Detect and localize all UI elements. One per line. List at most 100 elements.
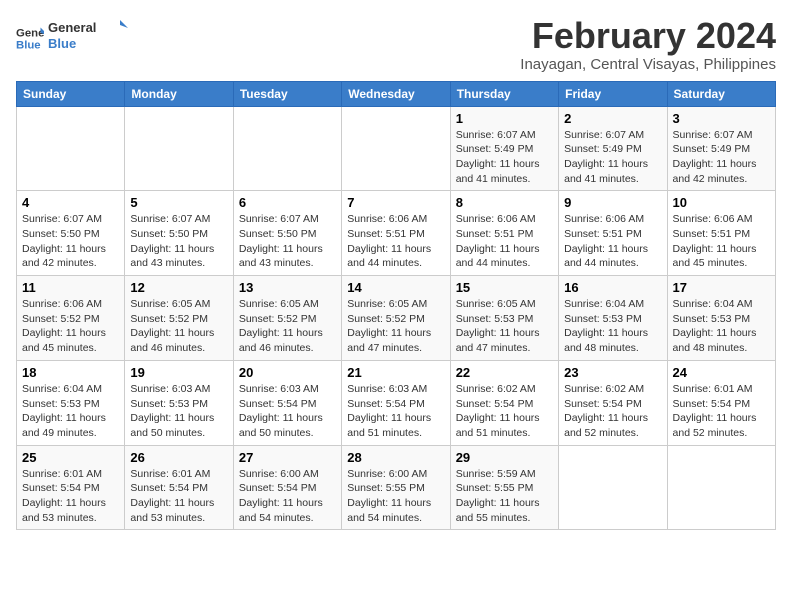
day-number: 29 (456, 450, 553, 465)
day-number: 23 (564, 365, 661, 380)
calendar-week-row: 25Sunrise: 6:01 AMSunset: 5:54 PMDayligh… (17, 445, 776, 530)
day-number: 14 (347, 280, 444, 295)
day-number: 7 (347, 195, 444, 210)
calendar-cell: 27 Sunrise: 6:00 AMSunset: 5:54 PMDayligh… (233, 445, 341, 530)
calendar-cell: 4 Sunrise: 6:07 AMSunset: 5:50 PMDaylight… (17, 191, 125, 276)
day-number: 4 (22, 195, 119, 210)
day-number: 15 (456, 280, 553, 295)
day-number: 18 (22, 365, 119, 380)
day-number: 6 (239, 195, 336, 210)
calendar-week-row: 4 Sunrise: 6:07 AMSunset: 5:50 PMDaylight… (17, 191, 776, 276)
day-info: Sunrise: 6:03 AMSunset: 5:53 PMDaylight:… (130, 382, 227, 441)
calendar-table: SundayMondayTuesdayWednesdayThursdayFrid… (16, 81, 776, 531)
day-info: Sunrise: 6:02 AMSunset: 5:54 PMDaylight:… (456, 382, 553, 441)
day-info: Sunrise: 6:07 AMSunset: 5:50 PMDaylight:… (130, 212, 227, 271)
day-number: 3 (673, 111, 770, 126)
calendar-cell (559, 445, 667, 530)
day-info: Sunrise: 6:06 AMSunset: 5:51 PMDaylight:… (673, 212, 770, 271)
day-info: Sunrise: 6:01 AMSunset: 5:54 PMDaylight:… (22, 467, 119, 526)
day-number: 21 (347, 365, 444, 380)
calendar-day-header: Monday (125, 81, 233, 106)
calendar-day-header: Sunday (17, 81, 125, 106)
calendar-cell: 25Sunrise: 6:01 AMSunset: 5:54 PMDayligh… (17, 445, 125, 530)
page-subtitle: Inayagan, Central Visayas, Philippines (520, 56, 776, 73)
day-info: Sunrise: 6:01 AMSunset: 5:54 PMDaylight:… (673, 382, 770, 441)
calendar-cell: 11 Sunrise: 6:06 AMSunset: 5:52 PMDayligh… (17, 276, 125, 361)
day-number: 10 (673, 195, 770, 210)
day-number: 11 (22, 280, 119, 295)
calendar-cell: 20 Sunrise: 6:03 AMSunset: 5:54 PMDayligh… (233, 360, 341, 445)
day-info: Sunrise: 6:05 AMSunset: 5:52 PMDaylight:… (347, 297, 444, 356)
calendar-day-header: Wednesday (342, 81, 450, 106)
day-info: Sunrise: 6:03 AMSunset: 5:54 PMDaylight:… (347, 382, 444, 441)
day-number: 20 (239, 365, 336, 380)
day-info: Sunrise: 6:06 AMSunset: 5:51 PMDaylight:… (564, 212, 661, 271)
calendar-cell: 6 Sunrise: 6:07 AMSunset: 5:50 PMDaylight… (233, 191, 341, 276)
page-title: February 2024 (520, 16, 776, 56)
day-info: Sunrise: 6:06 AMSunset: 5:51 PMDaylight:… (456, 212, 553, 271)
header: General Blue General Blue February 2024 … (16, 16, 776, 73)
calendar-cell: 28Sunrise: 6:00 AMSunset: 5:55 PMDayligh… (342, 445, 450, 530)
calendar-week-row: 18 Sunrise: 6:04 AMSunset: 5:53 PMDayligh… (17, 360, 776, 445)
calendar-cell (125, 106, 233, 191)
calendar-cell: 7 Sunrise: 6:06 AMSunset: 5:51 PMDaylight… (342, 191, 450, 276)
calendar-cell: 2 Sunrise: 6:07 AMSunset: 5:49 PMDaylight… (559, 106, 667, 191)
calendar-cell: 10 Sunrise: 6:06 AMSunset: 5:51 PMDayligh… (667, 191, 775, 276)
calendar-cell: 5 Sunrise: 6:07 AMSunset: 5:50 PMDaylight… (125, 191, 233, 276)
calendar-cell: 24 Sunrise: 6:01 AMSunset: 5:54 PMDayligh… (667, 360, 775, 445)
calendar-cell: 9 Sunrise: 6:06 AMSunset: 5:51 PMDaylight… (559, 191, 667, 276)
day-number: 1 (456, 111, 553, 126)
day-info: Sunrise: 6:05 AMSunset: 5:52 PMDaylight:… (239, 297, 336, 356)
day-number: 5 (130, 195, 227, 210)
day-number: 24 (673, 365, 770, 380)
calendar-cell (233, 106, 341, 191)
day-info: Sunrise: 6:07 AMSunset: 5:50 PMDaylight:… (239, 212, 336, 271)
logo: General Blue General Blue (16, 16, 128, 61)
day-info: Sunrise: 6:00 AMSunset: 5:54 PMDaylight:… (239, 467, 336, 526)
svg-text:Blue: Blue (48, 36, 76, 51)
calendar-cell: 17 Sunrise: 6:04 AMSunset: 5:53 PMDayligh… (667, 276, 775, 361)
calendar-cell (667, 445, 775, 530)
calendar-cell: 13 Sunrise: 6:05 AMSunset: 5:52 PMDayligh… (233, 276, 341, 361)
calendar-day-header: Friday (559, 81, 667, 106)
day-info: Sunrise: 6:01 AMSunset: 5:54 PMDaylight:… (130, 467, 227, 526)
day-number: 13 (239, 280, 336, 295)
day-number: 28 (347, 450, 444, 465)
day-info: Sunrise: 6:06 AMSunset: 5:51 PMDaylight:… (347, 212, 444, 271)
day-info: Sunrise: 6:05 AMSunset: 5:52 PMDaylight:… (130, 297, 227, 356)
day-info: Sunrise: 6:06 AMSunset: 5:52 PMDaylight:… (22, 297, 119, 356)
day-number: 9 (564, 195, 661, 210)
day-info: Sunrise: 6:04 AMSunset: 5:53 PMDaylight:… (673, 297, 770, 356)
calendar-cell: 21 Sunrise: 6:03 AMSunset: 5:54 PMDayligh… (342, 360, 450, 445)
day-number: 22 (456, 365, 553, 380)
day-info: Sunrise: 6:04 AMSunset: 5:53 PMDaylight:… (564, 297, 661, 356)
day-info: Sunrise: 6:07 AMSunset: 5:50 PMDaylight:… (22, 212, 119, 271)
calendar-cell: 8Sunrise: 6:06 AMSunset: 5:51 PMDaylight… (450, 191, 558, 276)
svg-text:Blue: Blue (16, 40, 41, 52)
calendar-header-row: SundayMondayTuesdayWednesdayThursdayFrid… (17, 81, 776, 106)
calendar-day-header: Saturday (667, 81, 775, 106)
day-info: Sunrise: 6:02 AMSunset: 5:54 PMDaylight:… (564, 382, 661, 441)
day-info: Sunrise: 6:03 AMSunset: 5:54 PMDaylight:… (239, 382, 336, 441)
calendar-day-header: Thursday (450, 81, 558, 106)
calendar-cell: 16 Sunrise: 6:04 AMSunset: 5:53 PMDayligh… (559, 276, 667, 361)
day-info: Sunrise: 6:04 AMSunset: 5:53 PMDaylight:… (22, 382, 119, 441)
calendar-cell (342, 106, 450, 191)
calendar-cell: 23 Sunrise: 6:02 AMSunset: 5:54 PMDayligh… (559, 360, 667, 445)
calendar-day-header: Tuesday (233, 81, 341, 106)
calendar-cell: 26Sunrise: 6:01 AMSunset: 5:54 PMDayligh… (125, 445, 233, 530)
day-info: Sunrise: 6:07 AMSunset: 5:49 PMDaylight:… (564, 128, 661, 187)
day-info: Sunrise: 5:59 AMSunset: 5:55 PMDaylight:… (456, 467, 553, 526)
calendar-cell (17, 106, 125, 191)
day-number: 16 (564, 280, 661, 295)
day-number: 2 (564, 111, 661, 126)
calendar-cell: 12Sunrise: 6:05 AMSunset: 5:52 PMDayligh… (125, 276, 233, 361)
title-area: February 2024 Inayagan, Central Visayas,… (520, 16, 776, 73)
day-info: Sunrise: 6:07 AMSunset: 5:49 PMDaylight:… (456, 128, 553, 187)
calendar-cell: 3 Sunrise: 6:07 AMSunset: 5:49 PMDaylight… (667, 106, 775, 191)
day-info: Sunrise: 6:07 AMSunset: 5:49 PMDaylight:… (673, 128, 770, 187)
day-number: 17 (673, 280, 770, 295)
day-number: 27 (239, 450, 336, 465)
svg-text:General: General (48, 20, 96, 35)
svg-text:General: General (16, 28, 44, 40)
